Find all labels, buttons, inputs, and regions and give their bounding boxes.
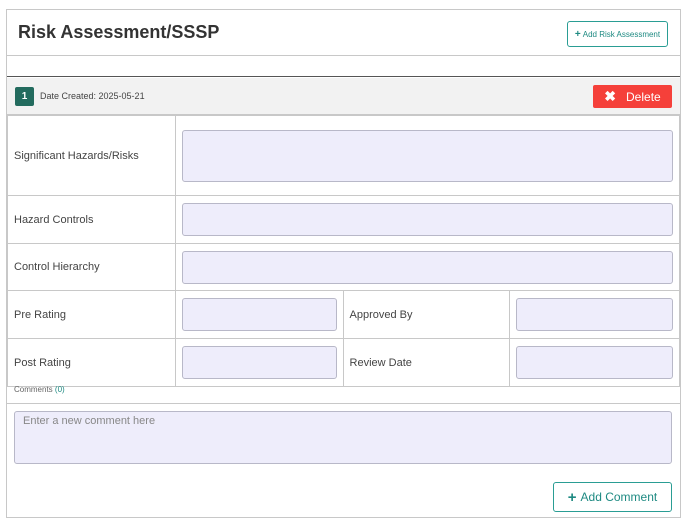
plus-icon: + [567,488,577,506]
add-comment-button[interactable]: + Add Comment [553,482,672,512]
hazards-input[interactable] [181,129,673,182]
risk-assessment-panel: Risk Assessment/SSSP + Add Risk Assessme… [6,9,681,518]
hazard-controls-input[interactable] [181,203,673,236]
hazards-label: Significant Hazards/Risks [7,115,176,196]
control-hierarchy-label: Control Hierarchy [7,243,176,291]
pre-rating-label: Pre Rating [7,290,176,339]
approved-by-label: Approved By [342,290,511,339]
comment-input[interactable] [14,411,672,464]
add-risk-assessment-button[interactable]: + Add Risk Assessment [567,21,668,47]
assessment-number-badge: 1 [15,87,34,106]
page-title: Risk Assessment/SSSP [18,22,220,42]
comments-label-text: Comments [14,385,53,394]
post-rating-input[interactable] [181,346,337,379]
review-date-input[interactable] [516,346,673,379]
plus-icon: + [574,28,581,40]
panel-header: Risk Assessment/SSSP + Add Risk Assessme… [7,10,680,56]
pre-rating-input[interactable] [181,298,337,331]
comments-label: Comments (0) [14,385,65,394]
assessment-table: Significant Hazards/Risks Hazard Control… [7,115,681,387]
post-rating-label: Post Rating [7,338,176,387]
delete-button[interactable]: ✖ Delete [593,85,672,108]
comments-divider [7,403,680,404]
control-hierarchy-input[interactable] [181,250,673,284]
add-comment-label: Add Comment [580,490,658,504]
review-date-label: Review Date [342,338,511,387]
assessment-header: 1 Date Created: 2025-05-21 ✖ Delete [7,78,680,115]
comments-count[interactable]: (0) [55,385,65,394]
close-icon: ✖ [604,88,617,104]
hazard-controls-label: Hazard Controls [7,195,176,244]
date-created: Date Created: 2025-05-21 [40,91,145,101]
delete-label: Delete [626,89,661,104]
add-risk-assessment-label: Add Risk Assessment [582,29,661,39]
approved-by-input[interactable] [516,298,673,331]
header-spacer [7,57,680,77]
